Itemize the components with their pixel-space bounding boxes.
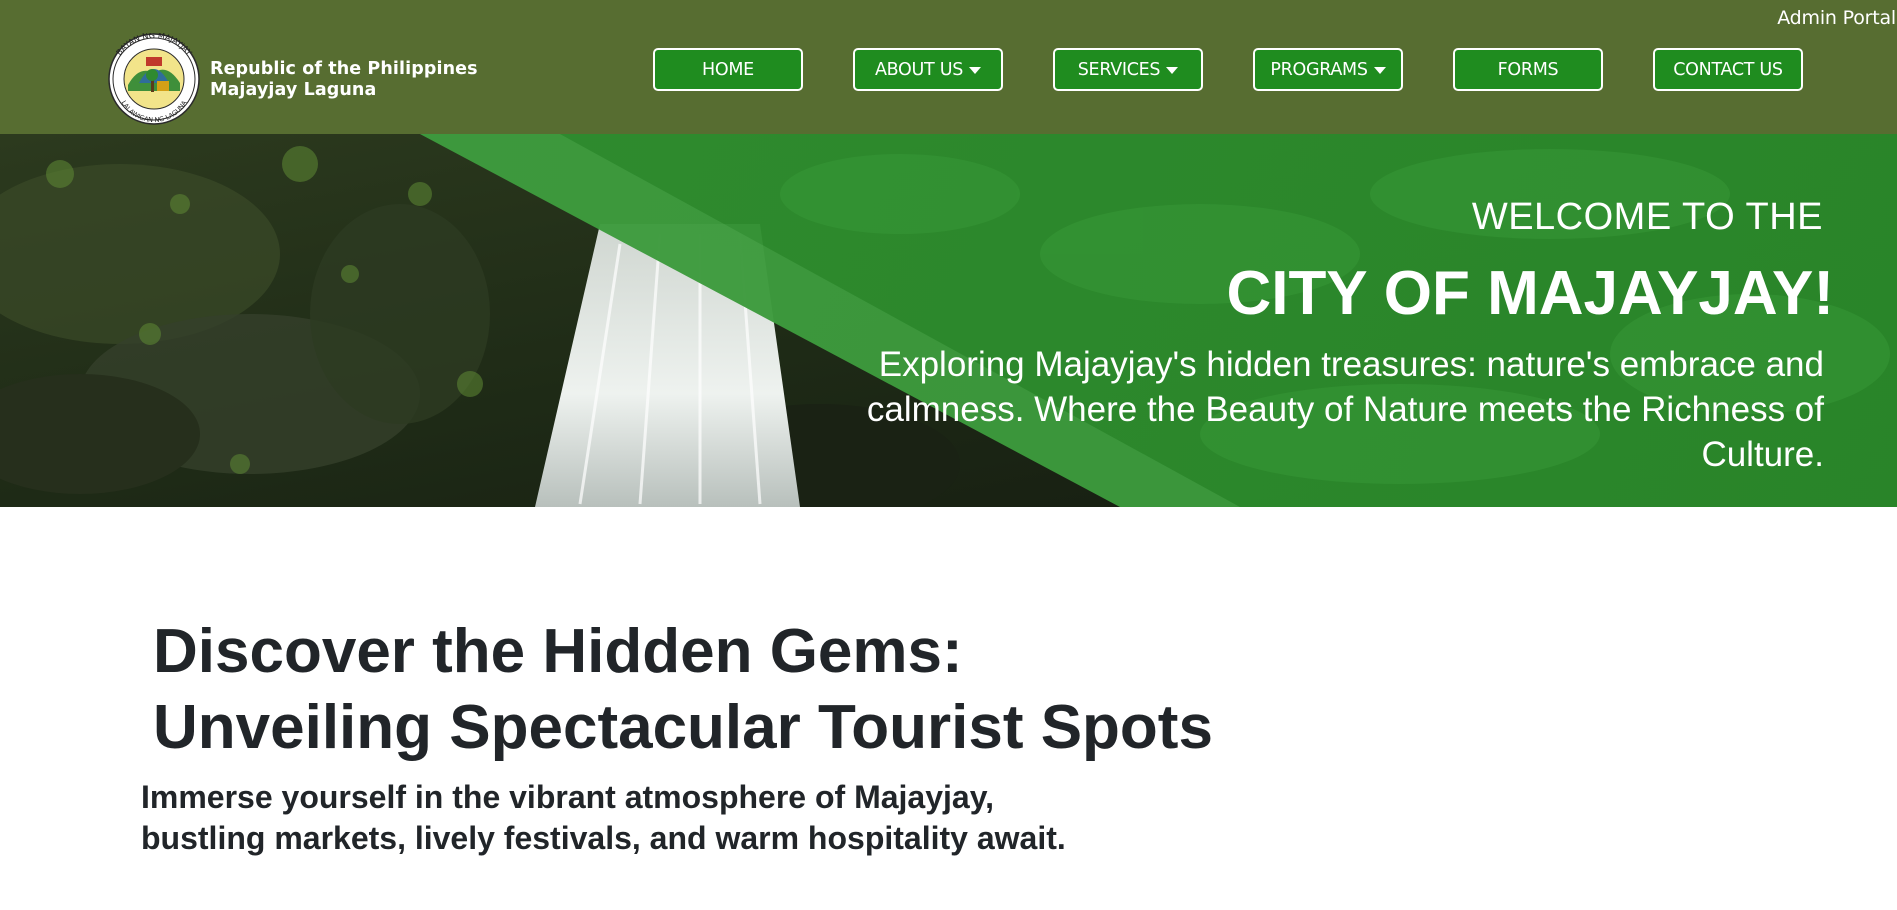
municipal-seal-logo[interactable]: BAYAN NG MAJAYJAY LALAWIGAN NG LAGUNA xyxy=(99,31,209,126)
caret-down-icon xyxy=(1373,66,1386,74)
nav-home-label: HOME xyxy=(702,59,754,80)
headline-line-1: Discover the Hidden Gems: xyxy=(153,617,963,686)
nav-about-us-label: ABOUT US xyxy=(874,59,964,80)
hero-text-block: WELCOME TO THE CITY OF MAJAYJAY! Explori… xyxy=(797,134,1897,507)
nav-services-button[interactable]: SERVICES xyxy=(1053,48,1203,91)
headline-line-2: Unveiling Spectacular Tourist Spots xyxy=(153,693,1213,762)
nav-forms-button[interactable]: FORMS xyxy=(1453,48,1603,91)
top-header: Admin Portal BAYAN NG MAJAYJAY LALAWIGAN… xyxy=(0,0,1897,134)
hero-banner: WELCOME TO THE CITY OF MAJAYJAY! Explori… xyxy=(0,134,1897,507)
caret-down-icon xyxy=(1166,66,1179,74)
nav-services-label: SERVICES xyxy=(1077,59,1161,80)
brand-line-2: Majayjay Laguna xyxy=(210,80,377,100)
hero-welcome-text: WELCOME TO THE xyxy=(1471,196,1823,238)
nav-contact-us-button[interactable]: CONTACT US xyxy=(1653,48,1803,91)
hero-city-title: CITY OF MAJAYJAY! xyxy=(1226,259,1834,328)
nav-programs-label: PROGRAMS xyxy=(1270,59,1368,80)
subline-line-1: Immerse yourself in the vibrant atmosphe… xyxy=(141,779,995,815)
brand-line-1: Republic of the Philippines xyxy=(210,59,478,79)
nav-home-button[interactable]: HOME xyxy=(653,48,803,91)
brand-text: Republic of the Philippines Majayjay Lag… xyxy=(210,59,478,101)
nav-forms-label: FORMS xyxy=(1497,59,1559,80)
hero-description: Exploring Majayjay's hidden treasures: n… xyxy=(866,345,1824,474)
nav-contact-us-label: CONTACT US xyxy=(1673,59,1783,80)
nav-about-us-button[interactable]: ABOUT US xyxy=(853,48,1003,91)
section-subheadline: Immerse yourself in the vibrant atmosphe… xyxy=(141,777,1241,859)
caret-down-icon xyxy=(969,66,982,74)
subline-line-2: bustling markets, lively festivals, and … xyxy=(141,820,1066,856)
nav-programs-button[interactable]: PROGRAMS xyxy=(1253,48,1403,91)
admin-portal-link[interactable]: Admin Portal xyxy=(1777,7,1896,29)
section-headline: Discover the Hidden Gems: Unveiling Spec… xyxy=(153,614,1353,766)
